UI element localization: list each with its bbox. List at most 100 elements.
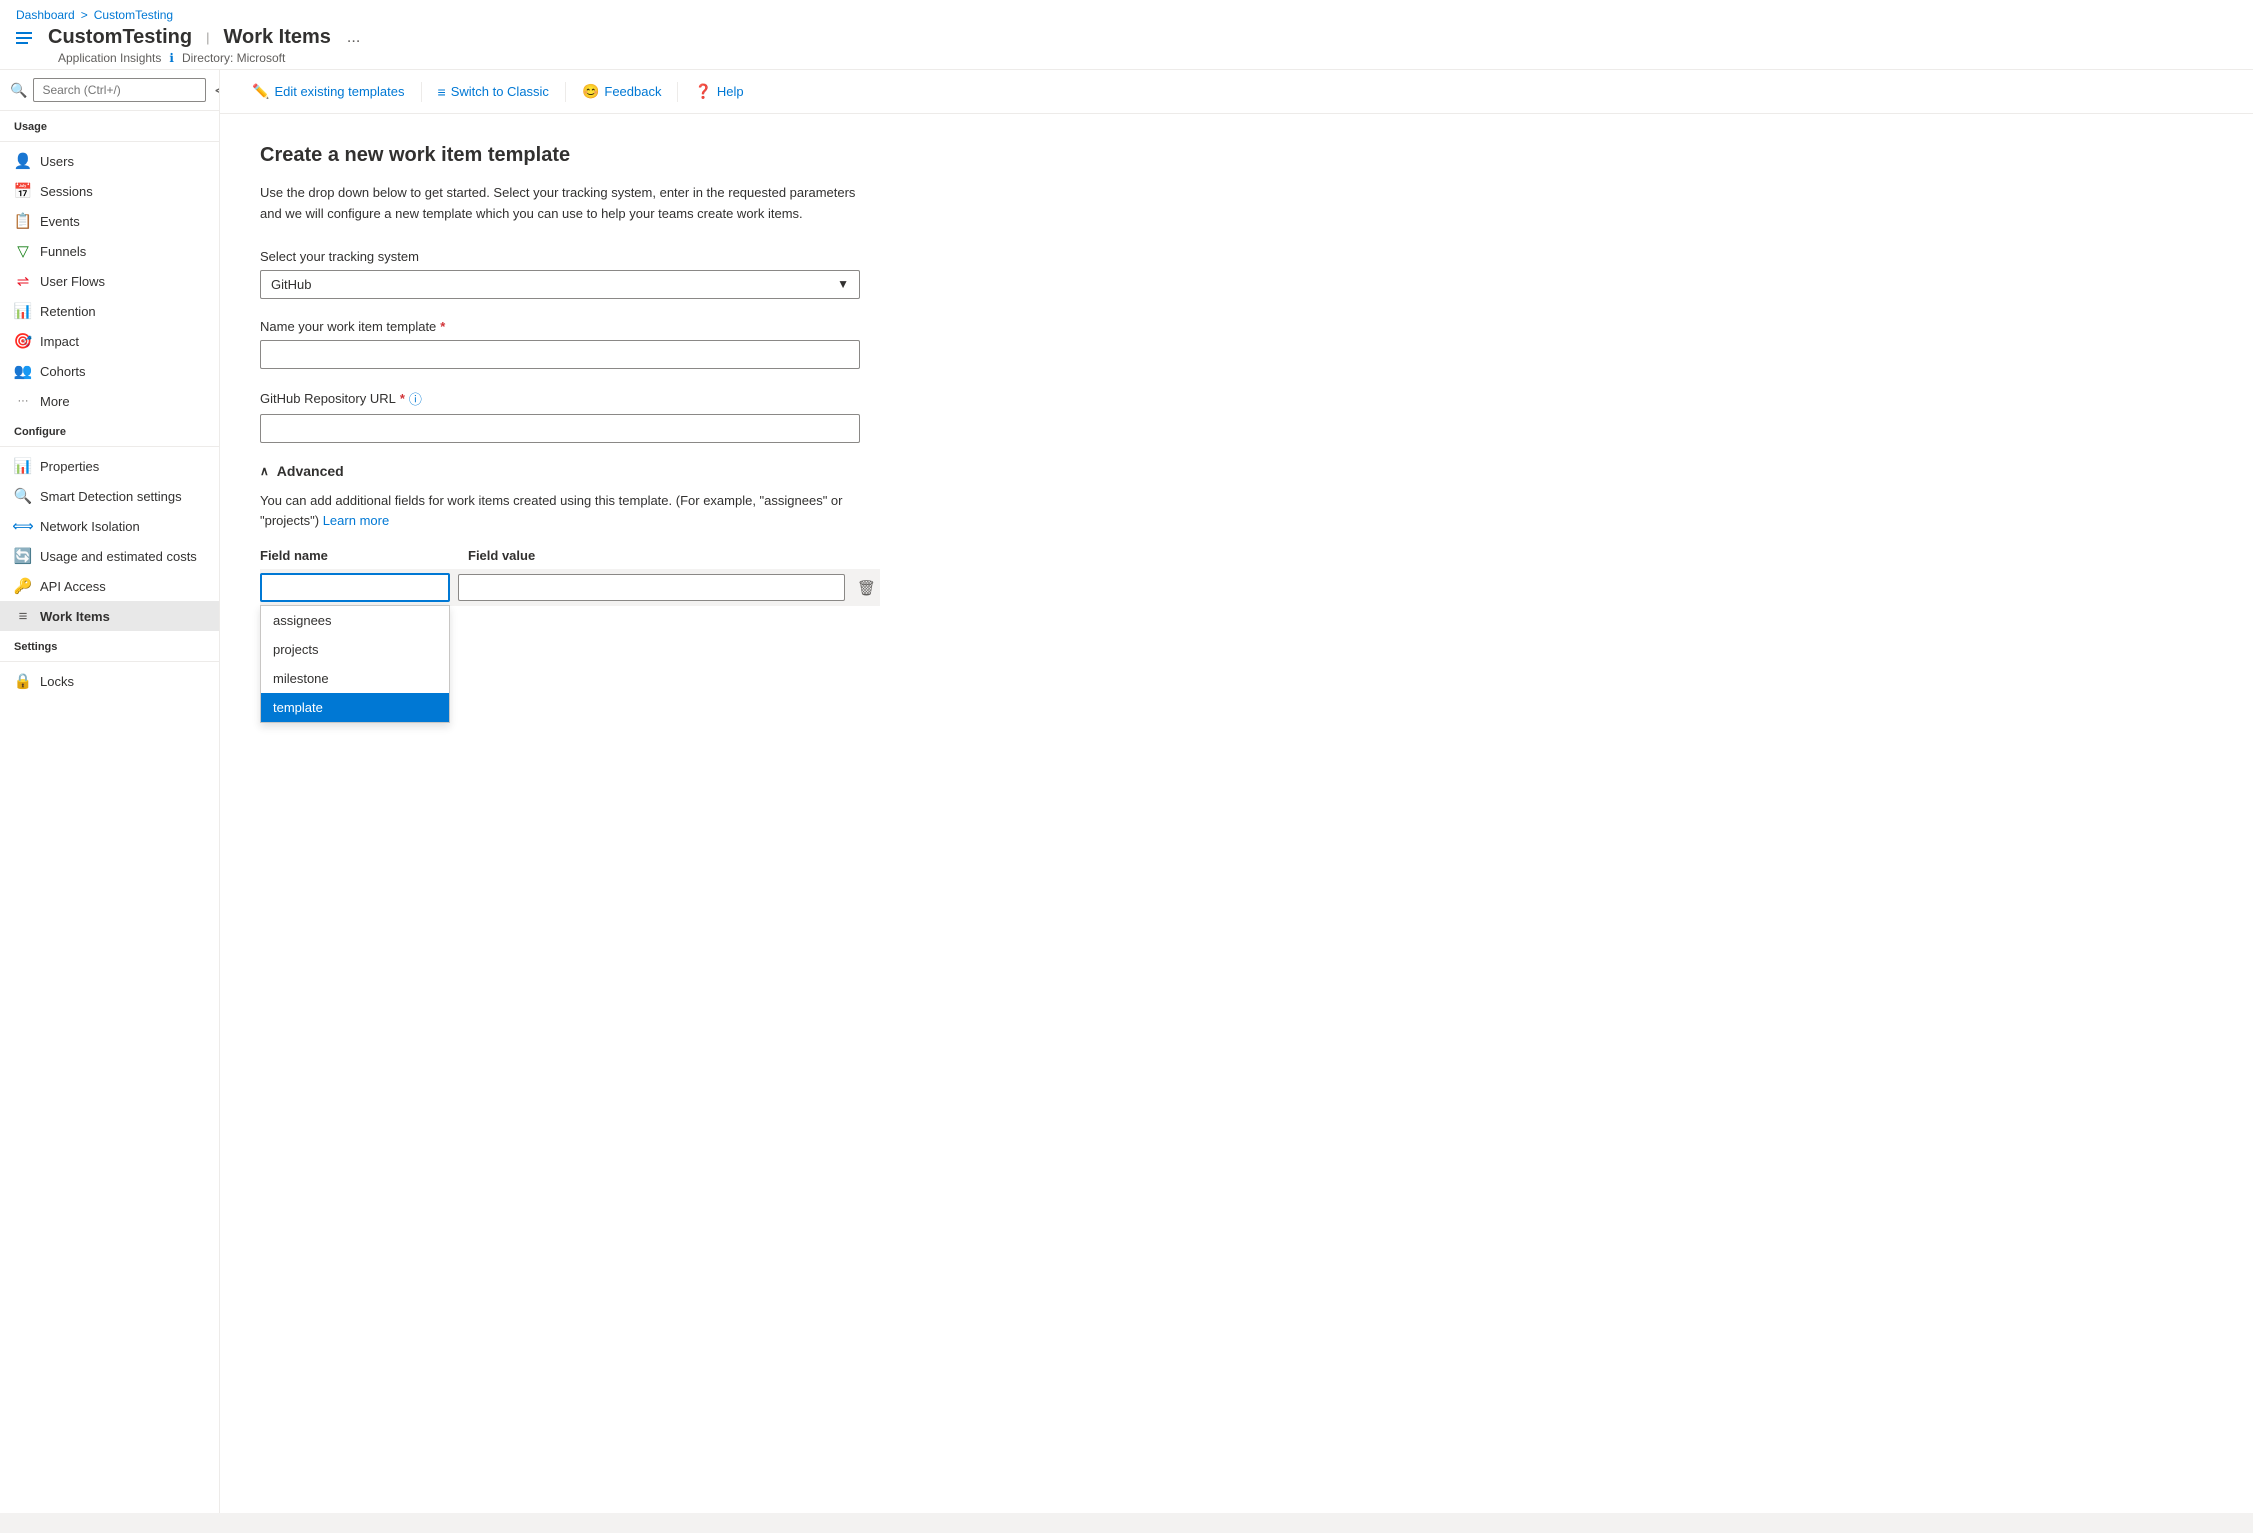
- app-label: Application Insights: [58, 51, 161, 65]
- sidebar-item-properties[interactable]: 📊 Properties: [0, 451, 219, 481]
- breadcrumb-dashboard[interactable]: Dashboard: [16, 8, 75, 22]
- sessions-icon: 📅: [14, 182, 32, 200]
- sidebar-item-users[interactable]: 👤 Users: [0, 146, 219, 176]
- field-name-wrapper: assignees projects milestone template: [260, 573, 450, 602]
- edit-icon: ✏️: [252, 83, 269, 100]
- page-title: CustomTesting: [48, 26, 192, 49]
- breadcrumb: Dashboard > CustomTesting: [16, 8, 2237, 22]
- feedback-button[interactable]: 😊 Feedback: [570, 78, 674, 105]
- sidebar-item-userflows[interactable]: ⇌ User Flows: [0, 266, 219, 296]
- breadcrumb-separator: >: [81, 8, 88, 22]
- retention-icon: 📊: [14, 302, 32, 320]
- dropdown-item-projects[interactable]: projects: [261, 635, 449, 664]
- chevron-down-icon: ▼: [837, 277, 849, 291]
- search-input[interactable]: [33, 78, 206, 102]
- dropdown-item-template[interactable]: template: [261, 693, 449, 722]
- feedback-label: Feedback: [604, 84, 661, 99]
- sidebar-item-smartdetection-label: Smart Detection settings: [40, 489, 182, 504]
- workitems-icon: ≡: [14, 607, 32, 625]
- directory-label: Directory: Microsoft: [182, 51, 285, 65]
- toolbar-separator-2: [565, 82, 566, 102]
- page-title-row: CustomTesting | Work Items ...: [16, 26, 2237, 49]
- sidebar-item-costs-label: Usage and estimated costs: [40, 549, 197, 564]
- github-url-group: GitHub Repository URL * ⓘ: [260, 389, 880, 443]
- sidebar-item-apiaccess[interactable]: 🔑 API Access: [0, 571, 219, 601]
- name-label: Name your work item template *: [260, 319, 880, 334]
- properties-icon: 📊: [14, 457, 32, 475]
- field-value-header: Field value: [460, 548, 880, 563]
- sidebar-item-users-label: Users: [40, 154, 74, 169]
- title-pipe: |: [206, 30, 209, 45]
- switch-classic-label: Switch to Classic: [451, 84, 549, 99]
- sidebar-item-more[interactable]: ··· More: [0, 386, 219, 416]
- edit-templates-label: Edit existing templates: [274, 84, 404, 99]
- advanced-header[interactable]: ∧ Advanced: [260, 463, 880, 479]
- fields-table: Field name Field value assignees project…: [260, 548, 880, 606]
- hamburger-icon[interactable]: [16, 32, 32, 44]
- advanced-description: You can add additional fields for work i…: [260, 491, 880, 533]
- configure-section-label: Configure: [0, 416, 219, 442]
- sidebar-item-retention-label: Retention: [40, 304, 96, 319]
- subtitle-row: Application Insights ℹ Directory: Micros…: [16, 51, 2237, 65]
- apiaccess-icon: 🔑: [14, 577, 32, 595]
- github-url-input[interactable]: [260, 414, 860, 443]
- github-url-info-icon: ⓘ: [409, 389, 422, 408]
- sidebar-item-more-label: More: [40, 394, 70, 409]
- sidebar-item-retention[interactable]: 📊 Retention: [0, 296, 219, 326]
- sidebar-item-events[interactable]: 📋 Events: [0, 206, 219, 236]
- name-group: Name your work item template *: [260, 319, 880, 369]
- userflows-icon: ⇌: [14, 272, 32, 290]
- collapse-button[interactable]: ≪: [212, 80, 220, 101]
- sidebar-item-events-label: Events: [40, 214, 80, 229]
- sidebar-item-workitems[interactable]: ≡ Work Items: [0, 601, 219, 631]
- top-header: Dashboard > CustomTesting CustomTesting …: [0, 0, 2253, 70]
- help-button[interactable]: ❓ Help: [682, 78, 755, 105]
- field-name-dropdown[interactable]: assignees projects milestone template: [260, 605, 450, 723]
- dropdown-item-milestone[interactable]: milestone: [261, 664, 449, 693]
- sidebar-item-costs[interactable]: 🔄 Usage and estimated costs: [0, 541, 219, 571]
- sidebar-item-funnels-label: Funnels: [40, 244, 86, 259]
- sidebar-item-sessions-label: Sessions: [40, 184, 93, 199]
- dropdown-item-assignees[interactable]: assignees: [261, 606, 449, 635]
- tracking-select[interactable]: GitHub ▼: [260, 270, 860, 299]
- feedback-icon: 😊: [582, 83, 599, 100]
- locks-icon: 🔒: [14, 672, 32, 690]
- sidebar-item-networkisolation[interactable]: ⟺ Network Isolation: [0, 511, 219, 541]
- app-layout: 🔍 ≪ Usage 👤 Users 📅 Sessions 📋 Events ▽ …: [0, 70, 2253, 1513]
- sidebar-item-locks[interactable]: 🔒 Locks: [0, 666, 219, 696]
- sidebar-item-locks-label: Locks: [40, 674, 74, 689]
- toolbar-separator-3: [677, 82, 678, 102]
- delete-field-button[interactable]: 🗑: [853, 575, 880, 601]
- sidebar-item-funnels[interactable]: ▽ Funnels: [0, 236, 219, 266]
- networkisolation-icon: ⟺: [14, 517, 32, 535]
- sidebar-item-sessions[interactable]: 📅 Sessions: [0, 176, 219, 206]
- sidebar-item-cohorts-label: Cohorts: [40, 364, 86, 379]
- settings-section-label: Settings: [0, 631, 219, 657]
- sidebar-item-cohorts[interactable]: 👥 Cohorts: [0, 356, 219, 386]
- field-name-input[interactable]: [260, 573, 450, 602]
- sidebar-item-properties-label: Properties: [40, 459, 99, 474]
- toolbar-separator-1: [421, 82, 422, 102]
- advanced-label: Advanced: [277, 463, 344, 479]
- breadcrumb-customtesting[interactable]: CustomTesting: [94, 8, 173, 22]
- name-input[interactable]: [260, 340, 860, 369]
- impact-icon: 🎯: [14, 332, 32, 350]
- field-row-1: assignees projects milestone template 🗑: [260, 569, 880, 606]
- learn-more-link[interactable]: Learn more: [323, 513, 389, 528]
- info-icon: ℹ: [169, 51, 174, 65]
- github-url-label: GitHub Repository URL * ⓘ: [260, 389, 880, 408]
- field-value-input[interactable]: [458, 574, 845, 601]
- funnels-icon: ▽: [14, 242, 32, 260]
- main-content: ✏️ Edit existing templates ≡ Switch to C…: [220, 70, 2253, 1513]
- edit-templates-button[interactable]: ✏️ Edit existing templates: [240, 78, 417, 105]
- toolbar: ✏️ Edit existing templates ≡ Switch to C…: [220, 70, 2253, 114]
- advanced-section: ∧ Advanced You can add additional fields…: [260, 463, 880, 640]
- smartdetection-icon: 🔍: [14, 487, 32, 505]
- name-required: *: [440, 319, 445, 334]
- sidebar-item-impact[interactable]: 🎯 Impact: [0, 326, 219, 356]
- ellipsis-button[interactable]: ...: [341, 27, 366, 49]
- switch-classic-button[interactable]: ≡ Switch to Classic: [426, 79, 561, 105]
- sidebar-item-networkisolation-label: Network Isolation: [40, 519, 140, 534]
- costs-icon: 🔄: [14, 547, 32, 565]
- sidebar-item-smartdetection[interactable]: 🔍 Smart Detection settings: [0, 481, 219, 511]
